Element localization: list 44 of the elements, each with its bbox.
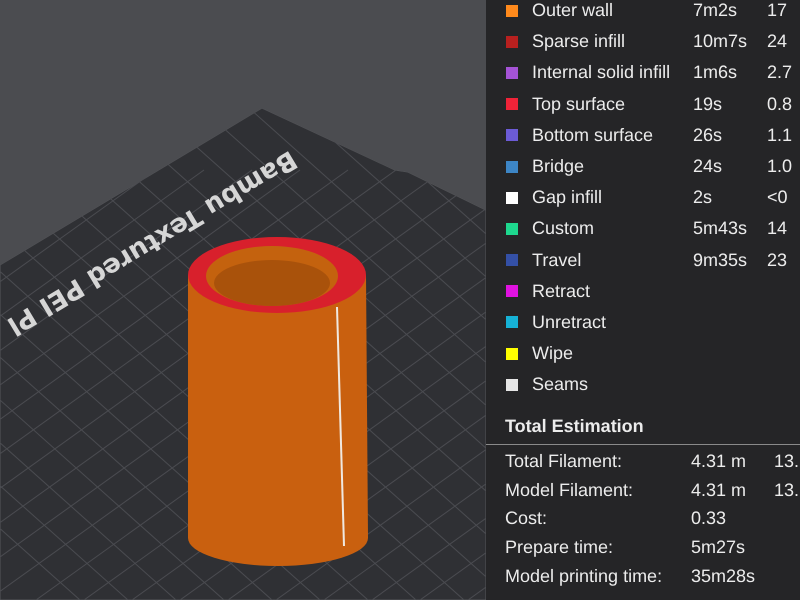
section-title: Total Estimation <box>504 415 645 438</box>
time-value: 1m6s <box>693 61 738 84</box>
estimate-value: 13. <box>774 450 800 474</box>
estimate-value: 35m28s <box>691 564 756 588</box>
time-value: 24s <box>693 155 724 178</box>
legend-label: Gap infill <box>532 186 604 210</box>
legend-label: Unretract <box>532 310 608 334</box>
estimate-label: Cost: <box>505 507 548 530</box>
estimate-label: Prepare time: <box>505 536 614 560</box>
estimate-label: Model Filament: <box>505 478 634 502</box>
time-value: 7m2s <box>693 0 738 22</box>
estimate-value: 13. <box>774 478 800 502</box>
estimate-value: 5m27s <box>691 536 746 560</box>
percent-value: 24 <box>767 30 788 54</box>
estimate-label: Model printing time: <box>505 564 664 588</box>
legend-label: Bottom surface <box>532 124 654 147</box>
legend-label: Travel <box>532 248 582 272</box>
percent-value: 2.7 <box>767 61 792 84</box>
estimate-label: Total Filament: <box>505 450 624 474</box>
time-value: 5m43s <box>693 217 748 240</box>
percent-value: 14 <box>767 217 788 240</box>
estimate-value: 0.33 <box>691 507 728 530</box>
legend-label: Wipe <box>532 342 574 366</box>
legend-label: Sparse infill <box>532 30 626 54</box>
percent-value: 0.8 <box>767 92 792 116</box>
legend-label: Retract <box>532 280 592 303</box>
legend-label: Outer wall <box>532 0 614 22</box>
legend-label: Bridge <box>532 155 586 178</box>
time-value: 9m35s <box>693 248 748 272</box>
legend-label: Custom <box>532 217 596 240</box>
legend-label: Internal solid infill <box>532 61 672 84</box>
percent-value: 23 <box>767 248 788 272</box>
time-value: 26s <box>693 124 724 147</box>
percent-value: 17 <box>767 0 788 22</box>
time-value: 19s <box>693 92 724 116</box>
time-value: 2s <box>693 186 714 210</box>
time-value: 10m7s <box>693 30 748 54</box>
estimate-value: 4.31 m <box>691 450 748 474</box>
estimate-value: 4.31 m <box>691 478 748 502</box>
legend-label: Top surface <box>532 92 626 116</box>
percent-value: 1.0 <box>767 155 792 178</box>
percent-value: <0 <box>767 186 788 210</box>
legend-label: Seams <box>532 373 590 396</box>
percent-value: 1.1 <box>767 124 792 147</box>
